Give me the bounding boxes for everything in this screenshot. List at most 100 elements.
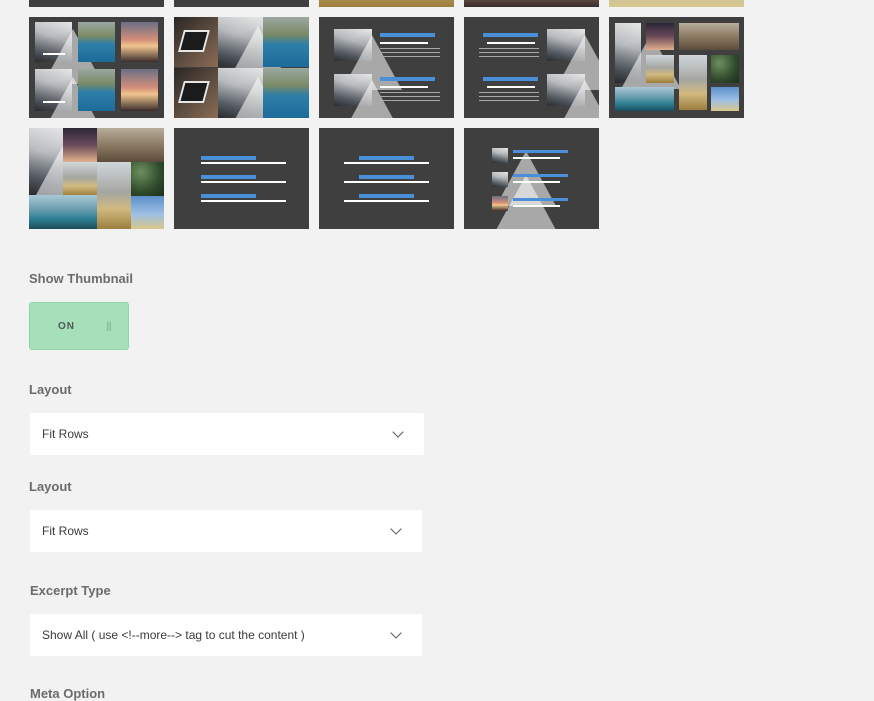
- layout-thumb-collage-11[interactable]: [29, 128, 164, 229]
- caption-line: [43, 101, 65, 103]
- image-placeholder: [78, 22, 115, 62]
- text-line: [513, 205, 560, 207]
- title-line: [201, 175, 256, 179]
- excerpt-type-label: Excerpt Type: [30, 583, 111, 598]
- image-placeholder: [121, 69, 158, 111]
- image-placeholder: [97, 162, 131, 229]
- text-line: [479, 100, 539, 101]
- text-line: [201, 181, 286, 183]
- text-line: [380, 96, 440, 97]
- title-line: [513, 150, 568, 153]
- image-placeholder: [679, 23, 739, 50]
- excerpt-type-select-value: Show All ( use <!--more--> tag to cut th…: [42, 628, 305, 642]
- title-line: [359, 194, 414, 198]
- text-line: [201, 200, 286, 202]
- text-line: [479, 96, 539, 97]
- image-placeholder: [174, 68, 218, 118]
- title-line: [380, 33, 435, 37]
- layout-thumb-top-2[interactable]: [174, 0, 309, 7]
- layout-thumb-top-3[interactable]: [319, 0, 454, 7]
- toggle-on-text: ON: [58, 321, 75, 332]
- text-line: [479, 48, 539, 49]
- show-thumbnail-label: Show Thumbnail: [29, 271, 133, 286]
- image-placeholder: [492, 196, 508, 211]
- layout-thumb-top-1[interactable]: [29, 0, 164, 7]
- chevron-down-icon: [392, 426, 404, 438]
- layout-thumb-list-right-9[interactable]: [464, 17, 599, 118]
- chevron-down-icon: [390, 627, 402, 639]
- image-placeholder: [646, 23, 674, 50]
- text-line: [487, 42, 535, 44]
- layout-thumb-text-left-12[interactable]: [174, 128, 309, 229]
- text-line: [380, 100, 440, 101]
- layout-thumb-grid-6[interactable]: [29, 17, 164, 118]
- layout-thumb-laptop-7[interactable]: [174, 17, 309, 118]
- image-placeholder: [35, 69, 104, 118]
- layout-thumb-top-4[interactable]: [464, 0, 599, 7]
- image-placeholder: [218, 68, 288, 118]
- image-placeholder: [646, 55, 674, 83]
- text-line: [380, 92, 440, 93]
- image-placeholder: [218, 17, 288, 81]
- image-placeholder: [711, 55, 739, 83]
- image-placeholder: [615, 23, 681, 89]
- title-line: [201, 194, 256, 198]
- image-placeholder: [464, 0, 599, 7]
- chevron-down-icon: [390, 523, 402, 535]
- image-placeholder: [615, 87, 674, 111]
- text-line: [513, 181, 560, 183]
- title-line: [483, 33, 538, 37]
- text-line: [380, 86, 428, 88]
- text-line: [479, 56, 539, 57]
- layout-select-2[interactable]: Fit Rows: [30, 510, 422, 552]
- title-line: [513, 198, 568, 201]
- image-placeholder: [711, 87, 739, 111]
- text-line: [201, 162, 286, 164]
- image-placeholder: [121, 22, 158, 62]
- text-line: [380, 42, 428, 44]
- image-placeholder: [334, 74, 403, 118]
- layout-thumb-top-5[interactable]: [609, 0, 744, 7]
- excerpt-type-select[interactable]: Show All ( use <!--more--> tag to cut th…: [30, 614, 422, 656]
- text-line: [344, 162, 429, 164]
- meta-option-label: Meta Option: [30, 686, 106, 701]
- layout-thumb-small-thumbs-14[interactable]: [464, 128, 599, 229]
- image-placeholder: [492, 172, 556, 229]
- caption-line: [43, 53, 65, 55]
- image-placeholder: [63, 162, 97, 196]
- title-line: [201, 156, 256, 160]
- show-thumbnail-toggle[interactable]: ON |||: [29, 302, 129, 350]
- layout-thumb-list-left-8[interactable]: [319, 17, 454, 118]
- title-line: [513, 174, 568, 177]
- image-placeholder: [263, 17, 309, 67]
- layout-select-value: Fit Rows: [42, 427, 89, 441]
- text-line: [513, 157, 560, 159]
- image-placeholder: [35, 22, 104, 85]
- text-line: [380, 52, 440, 53]
- layout-thumb-masonry-10[interactable]: [609, 17, 744, 118]
- layout-select[interactable]: Fit Rows: [30, 413, 424, 455]
- image-placeholder: [29, 195, 97, 229]
- image-placeholder: [131, 162, 164, 196]
- image-placeholder: [334, 29, 403, 90]
- layout-label: Layout: [29, 382, 72, 397]
- text-line: [380, 48, 440, 49]
- title-line: [359, 175, 414, 179]
- toggle-grip-icon: |||: [106, 321, 112, 332]
- text-line: [487, 86, 535, 88]
- image-placeholder: [679, 55, 707, 110]
- layout-label-2: Layout: [29, 479, 72, 494]
- text-line: [344, 200, 429, 202]
- image-placeholder: [263, 68, 309, 118]
- layout-thumb-text-center-13[interactable]: [319, 128, 454, 229]
- text-line: [344, 181, 429, 183]
- image-placeholder: [609, 0, 744, 7]
- title-line: [483, 77, 538, 81]
- image-placeholder: [547, 29, 599, 90]
- layout-select-value-2: Fit Rows: [42, 524, 89, 538]
- image-placeholder: [547, 74, 599, 118]
- image-placeholder: [131, 196, 164, 229]
- image-placeholder: [63, 128, 97, 162]
- image-placeholder: [492, 148, 556, 206]
- title-line: [380, 77, 435, 81]
